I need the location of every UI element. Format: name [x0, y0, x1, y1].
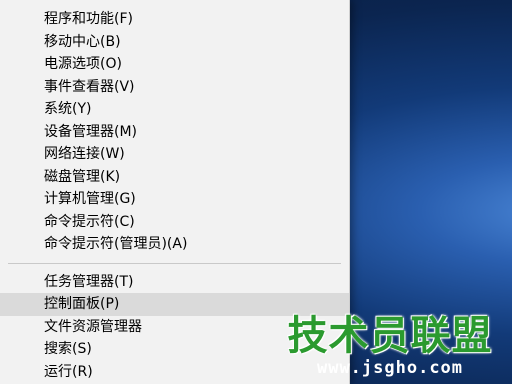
menu-item-computer-management[interactable]: 计算机管理(G) — [0, 188, 349, 211]
menu-item-command-prompt[interactable]: 命令提示符(C) — [0, 211, 349, 234]
watermark-logo: 技术员联盟 www.jsgho.com — [274, 314, 506, 382]
menu-separator — [8, 262, 341, 264]
menu-item-mobility-center[interactable]: 移动中心(B) — [0, 31, 349, 54]
menu-item-programs-features[interactable]: 程序和功能(F) — [0, 8, 349, 31]
menu-item-command-prompt-admin[interactable]: 命令提示符(管理员)(A) — [0, 233, 349, 256]
menu-item-event-viewer[interactable]: 事件查看器(V) — [0, 76, 349, 99]
watermark-title: 技术员联盟 — [287, 313, 493, 359]
watermark-url: www.jsgho.com — [316, 358, 464, 378]
menu-item-device-manager[interactable]: 设备管理器(M) — [0, 121, 349, 144]
menu-item-task-manager[interactable]: 任务管理器(T) — [0, 271, 349, 294]
menu-item-power-options[interactable]: 电源选项(O) — [0, 53, 349, 76]
menu-item-network-connections[interactable]: 网络连接(W) — [0, 143, 349, 166]
menu-item-system[interactable]: 系统(Y) — [0, 98, 349, 121]
menu-item-disk-management[interactable]: 磁盘管理(K) — [0, 166, 349, 189]
